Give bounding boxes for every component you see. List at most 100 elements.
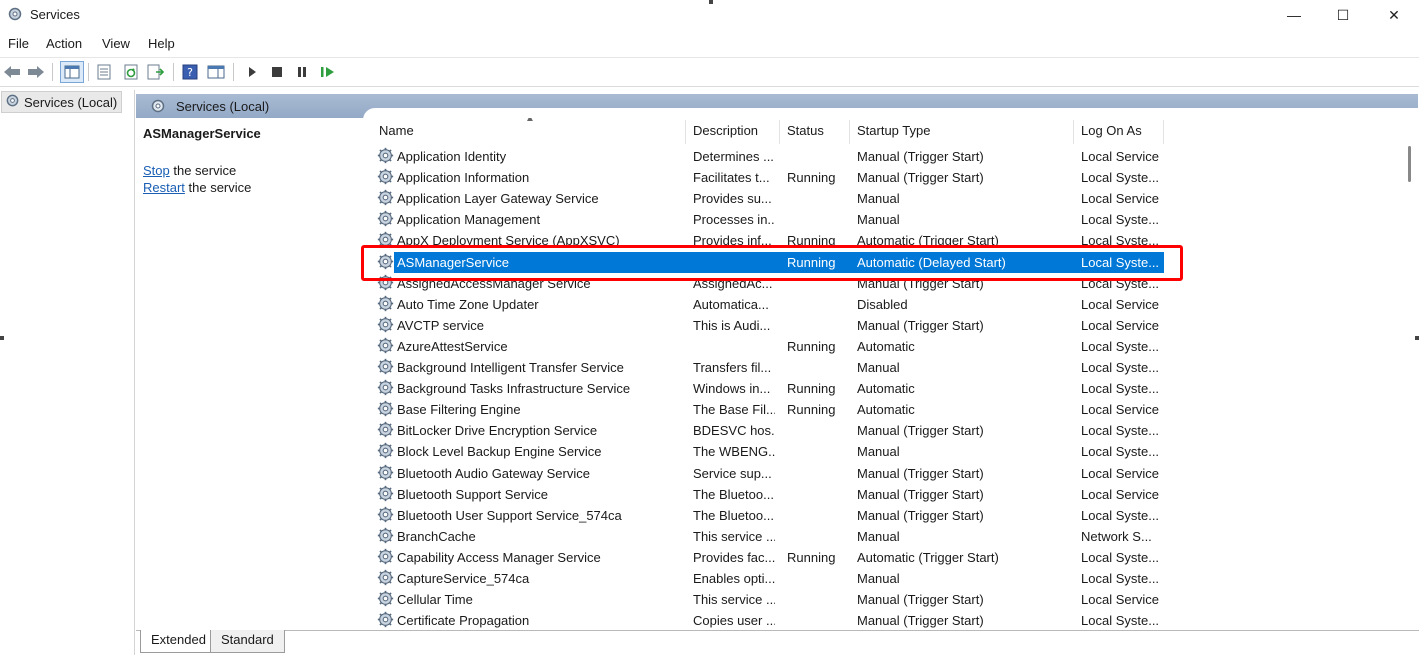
table-row[interactable]: Application Layer Gateway Service Provide… (372, 188, 1172, 209)
cell-description: The Base Fil... (693, 402, 775, 418)
title-bar: Services — ☐ ✕ (0, 0, 1419, 30)
table-row[interactable]: Bluetooth User Support Service_574ca The … (372, 505, 1172, 526)
stop-service-link[interactable]: Stop (143, 163, 170, 178)
services-gear-icon (7, 6, 23, 25)
column-header-status[interactable]: Status (787, 123, 824, 138)
table-row[interactable]: Background Intelligent Transfer Service T… (372, 357, 1172, 378)
table-row[interactable]: BranchCache This service ... Manual Network… (372, 526, 1172, 547)
cell-log-on-as: Local Service (1081, 465, 1160, 481)
cell-startup-type: Manual (857, 571, 900, 586)
cell-name: Capability Access Manager Service (397, 549, 601, 565)
back-arrow-icon[interactable] (2, 62, 22, 82)
service-gear-icon (377, 548, 394, 568)
forward-arrow-icon[interactable] (26, 62, 46, 82)
vertical-scrollbar[interactable] (1404, 118, 1419, 630)
column-divider[interactable] (1163, 120, 1164, 144)
menu-file[interactable]: File (8, 36, 29, 51)
table-row[interactable]: Capability Access Manager Service Provide… (372, 547, 1172, 568)
pause-service-icon[interactable] (292, 62, 312, 82)
service-gear-icon (377, 295, 394, 315)
cell-description: Facilitates t... (693, 170, 770, 186)
cell-startup-type: Manual (Trigger Start) (857, 423, 984, 439)
service-gear-icon (377, 379, 394, 399)
stop-service-icon[interactable] (267, 62, 287, 82)
services-list: ▲ Name Description Status Startup Type L… (372, 118, 1418, 628)
column-divider[interactable] (779, 120, 780, 144)
restart-service-icon[interactable] (318, 62, 338, 82)
table-row[interactable]: BitLocker Drive Encryption Service BDESVC… (372, 420, 1172, 441)
column-header-log-on-as[interactable]: Log On As (1081, 123, 1142, 138)
service-gear-icon (377, 168, 394, 188)
column-header-startup-type[interactable]: Startup Type (857, 123, 930, 138)
cell-startup-type: Manual (857, 191, 900, 207)
stop-action: Stop the service (143, 163, 237, 178)
restart-service-link[interactable]: Restart (143, 180, 185, 195)
table-row[interactable]: Block Level Backup Engine Service The WBE… (372, 441, 1172, 462)
minimize-button[interactable]: — (1271, 0, 1317, 30)
table-row[interactable]: Application Identity Determines ... Manual… (372, 146, 1172, 167)
cell-startup-type: Manual (857, 444, 900, 460)
table-row[interactable]: Background Tasks Infrastructure Service W… (372, 378, 1172, 399)
menu-view[interactable]: View (102, 36, 130, 51)
maximize-icon: ☐ (1336, 6, 1350, 23)
start-service-icon[interactable] (242, 62, 262, 82)
cell-startup-type: Manual (Trigger Start) (857, 317, 984, 333)
table-row[interactable]: Certificate Propagation Copies user ... Ma… (372, 610, 1172, 628)
column-divider[interactable] (1073, 120, 1074, 144)
cell-log-on-as: Local Syste... (1081, 338, 1160, 354)
table-row[interactable]: Base Filtering Engine The Base Fil... Runn… (372, 399, 1172, 420)
column-header-name[interactable]: Name (379, 123, 414, 138)
cell-log-on-as: Local Syste... (1081, 507, 1160, 523)
cell-name: Certificate Propagation (397, 613, 530, 628)
menu-action[interactable]: Action (46, 36, 82, 51)
cell-log-on-as: Local Service (1081, 149, 1160, 164)
services-gear-icon (150, 98, 166, 117)
table-row[interactable]: Bluetooth Support Service The Bluetoo... M… (372, 484, 1172, 505)
band-title: Services (Local) (176, 99, 270, 114)
cell-name: BitLocker Drive Encryption Service (397, 423, 598, 439)
show-console-tree-icon[interactable] (60, 61, 84, 83)
service-gear-icon (377, 464, 394, 484)
services-pane: Services (Local) ASManagerService Stop t… (136, 90, 1419, 650)
tree-item-label: Services (Local) (24, 94, 118, 110)
table-row[interactable]: Cellular Time This service ... Manual (Tri… (372, 589, 1172, 610)
table-row[interactable]: Application Management Processes in... Man… (372, 209, 1172, 230)
tab-standard[interactable]: Standard (210, 630, 285, 653)
column-header-description[interactable]: Description (693, 123, 758, 138)
services-gear-icon (5, 93, 20, 111)
properties-icon[interactable] (94, 62, 114, 82)
cell-startup-type: Manual (Trigger Start) (857, 486, 984, 502)
cell-log-on-as: Local Syste... (1081, 423, 1160, 439)
column-divider[interactable] (849, 120, 850, 144)
tree-item-services-local[interactable]: Services (Local) (1, 91, 123, 113)
service-gear-icon (377, 527, 394, 547)
refresh-icon[interactable] (121, 62, 141, 82)
tab-extended[interactable]: Extended (140, 630, 217, 653)
cell-startup-type: Manual (857, 212, 900, 228)
cell-log-on-as: Local Syste... (1081, 381, 1160, 397)
menu-help[interactable]: Help (148, 36, 175, 51)
table-row[interactable]: Auto Time Zone Updater Automatica... Disab… (372, 294, 1172, 315)
minimize-icon: — (1287, 7, 1301, 23)
show-hide-action-pane-icon[interactable] (206, 62, 226, 82)
table-row[interactable]: Application Information Facilitates t... R… (372, 167, 1172, 188)
table-row[interactable]: Bluetooth Audio Gateway Service Service s… (372, 463, 1172, 484)
scrollbar-thumb[interactable] (1408, 146, 1411, 182)
highlight-box (361, 245, 1183, 281)
table-row[interactable]: CaptureService_574ca Enables opti... Manua… (372, 568, 1172, 589)
cell-description: Automatica... (693, 296, 769, 312)
cell-description: Provides fac... (693, 549, 775, 565)
cell-name: Auto Time Zone Updater (397, 296, 539, 312)
table-row[interactable]: AzureAttestService Running Automatic Local … (372, 336, 1172, 357)
export-list-icon[interactable] (146, 62, 166, 82)
maximize-button[interactable]: ☐ (1320, 0, 1366, 30)
cell-description: Service sup... (693, 465, 772, 481)
table-row[interactable]: AVCTP service This is Audi... Manual (Trig… (372, 315, 1172, 336)
help-icon[interactable]: ? (180, 62, 200, 82)
close-button[interactable]: ✕ (1371, 0, 1417, 30)
service-gear-icon (377, 569, 394, 589)
cell-description: Provides su... (693, 191, 772, 207)
cell-log-on-as: Local Syste... (1081, 360, 1160, 375)
column-divider[interactable] (685, 120, 686, 144)
cell-description: Copies user ... (693, 613, 775, 628)
